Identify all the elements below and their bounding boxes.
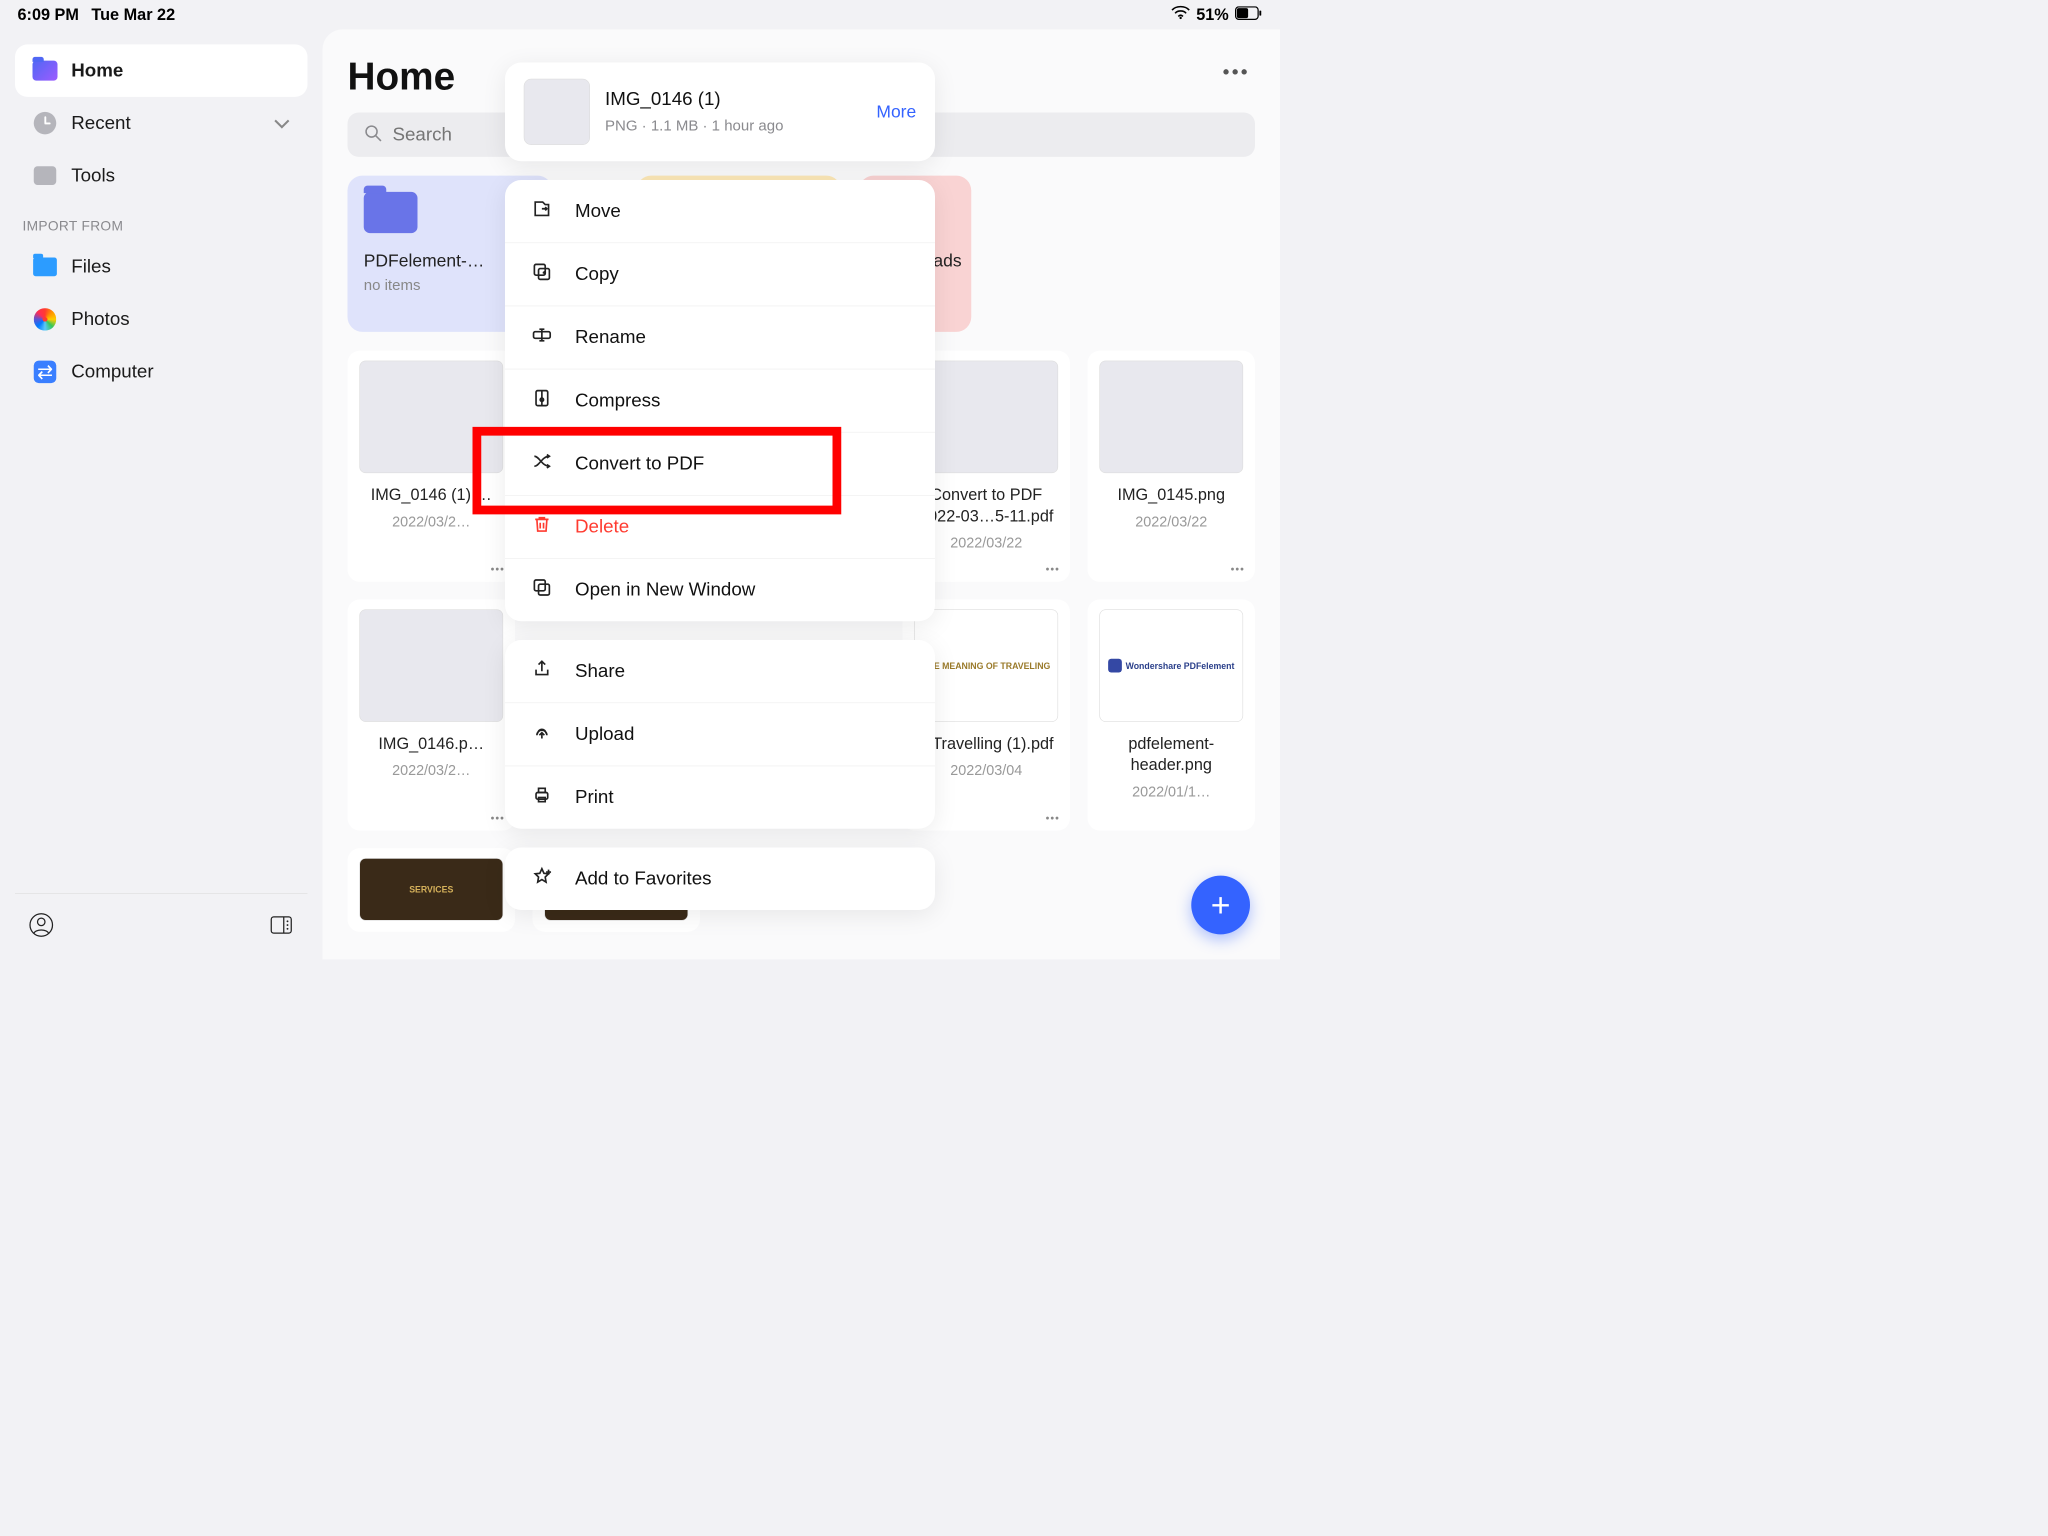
file-date: 2022/01/1… — [1132, 783, 1210, 800]
move-icon — [530, 199, 554, 224]
battery-icon — [1235, 5, 1263, 24]
file-thumbnail — [1099, 361, 1243, 474]
sidebar-item-label: Photos — [71, 309, 129, 330]
copy-button[interactable]: Copy — [505, 243, 935, 306]
add-button[interactable]: + — [1191, 876, 1250, 935]
sidebar-item-label: Computer — [71, 361, 153, 382]
upload-icon — [530, 722, 554, 747]
profile-icon[interactable] — [29, 913, 54, 941]
window-icon — [530, 578, 554, 603]
sidebar-item-label: Recent — [71, 113, 130, 134]
convert-to-pdf-button[interactable]: Convert to PDF — [505, 433, 935, 496]
file-name: IMG_0146.p… — [378, 733, 484, 754]
context-menu: IMG_0146 (1) PNG · 1.1 MB · 1 hour ago M… — [505, 63, 935, 929]
battery-percent: 51% — [1196, 5, 1229, 24]
computer-icon: ⇄ — [33, 359, 58, 384]
convert-icon — [530, 451, 554, 476]
print-button[interactable]: Print — [505, 766, 935, 829]
compress-button[interactable]: Compress — [505, 369, 935, 432]
file-date: 2022/03/2… — [392, 762, 470, 779]
file-thumbnail — [359, 609, 503, 722]
sidebar-item-label: Home — [71, 60, 123, 81]
file-card[interactable]: SERVICES — [348, 848, 516, 932]
open-new-window-button[interactable]: Open in New Window — [505, 559, 935, 622]
sidebar-item-label: Files — [71, 256, 111, 277]
context-meta: PNG · 1.1 MB · 1 hour ago — [605, 118, 861, 136]
status-date: Tue Mar 22 — [91, 5, 175, 24]
home-icon — [33, 58, 58, 83]
sidebar-item-files[interactable]: Files — [15, 241, 308, 294]
photos-icon — [33, 307, 58, 332]
file-thumbnail: Wondershare PDFelement — [1099, 609, 1243, 722]
delete-button[interactable]: Delete — [505, 496, 935, 559]
search-icon — [364, 124, 383, 146]
header-more-button[interactable]: ••• — [1223, 62, 1250, 83]
chevron-down-icon — [274, 113, 290, 134]
file-date: 2022/03/04 — [950, 762, 1022, 779]
delete-icon — [530, 514, 554, 539]
sidebar: Home Recent Tools IMPORT FROM Files Phot… — [0, 29, 323, 959]
move-button[interactable]: Move — [505, 180, 935, 243]
file-menu-button[interactable]: ••• — [491, 564, 505, 575]
file-card[interactable]: IMG_0146 (1).… 2022/03/2… ••• — [348, 351, 516, 582]
file-name: 1 Travelling (1).pdf — [919, 733, 1054, 754]
file-thumbnail: SERVICES — [359, 858, 503, 921]
file-date: 2022/03/22 — [950, 534, 1022, 551]
file-card[interactable]: IMG_0146.p… 2022/03/2… ••• — [348, 599, 516, 830]
sidebar-item-photos[interactable]: Photos — [15, 293, 308, 346]
file-thumbnail — [359, 361, 503, 474]
status-bar: 6:09 PM Tue Mar 22 51% — [0, 0, 1280, 29]
copy-icon — [530, 262, 554, 287]
files-icon — [33, 254, 58, 279]
print-icon — [530, 785, 554, 810]
file-name: IMG_0146 (1).… — [371, 484, 492, 505]
compress-icon — [530, 388, 554, 413]
sidebar-item-home[interactable]: Home — [15, 44, 308, 97]
share-icon — [530, 659, 554, 684]
file-name: IMG_0145.png — [1117, 484, 1225, 505]
upload-button[interactable]: Upload — [505, 703, 935, 766]
share-button[interactable]: Share — [505, 640, 935, 703]
import-from-label: IMPORT FROM — [15, 202, 308, 241]
add-favorites-button[interactable]: Add to Favorites — [505, 848, 935, 911]
context-menu-header: IMG_0146 (1) PNG · 1.1 MB · 1 hour ago M… — [505, 63, 935, 162]
file-date: 2022/03/22 — [1135, 513, 1207, 530]
file-thumbnail — [524, 79, 590, 145]
file-date: 2022/03/2… — [392, 513, 470, 530]
clock-icon — [33, 111, 58, 136]
rename-button[interactable]: Rename — [505, 306, 935, 369]
wifi-icon — [1171, 5, 1190, 24]
star-icon — [530, 866, 554, 891]
file-menu-button[interactable]: ••• — [1046, 564, 1060, 575]
more-button[interactable]: More — [876, 102, 916, 122]
sidebar-item-label: Tools — [71, 165, 115, 186]
panel-toggle-icon[interactable] — [269, 913, 294, 941]
file-thumbnail — [914, 361, 1058, 474]
file-card[interactable]: Wondershare PDFelement pdfelement-header… — [1088, 599, 1256, 830]
sidebar-item-tools[interactable]: Tools — [15, 149, 308, 202]
file-menu-button[interactable]: ••• — [1046, 813, 1060, 824]
sidebar-item-recent[interactable]: Recent — [15, 97, 308, 150]
file-card[interactable]: IMG_0145.png 2022/03/22 ••• — [1088, 351, 1256, 582]
file-menu-button[interactable]: ••• — [1231, 564, 1245, 575]
status-time: 6:09 PM — [18, 5, 79, 24]
folder-icon — [364, 192, 418, 233]
plus-icon: + — [1211, 886, 1231, 925]
rename-icon — [530, 325, 554, 350]
context-title: IMG_0146 (1) — [605, 89, 861, 110]
file-menu-button[interactable]: ••• — [491, 813, 505, 824]
file-name: pdfelement-header.png — [1098, 733, 1246, 775]
sidebar-item-computer[interactable]: ⇄ Computer — [15, 346, 308, 399]
file-thumbnail: THE MEANING OF TRAVELING — [914, 609, 1058, 722]
tools-icon — [33, 163, 58, 188]
